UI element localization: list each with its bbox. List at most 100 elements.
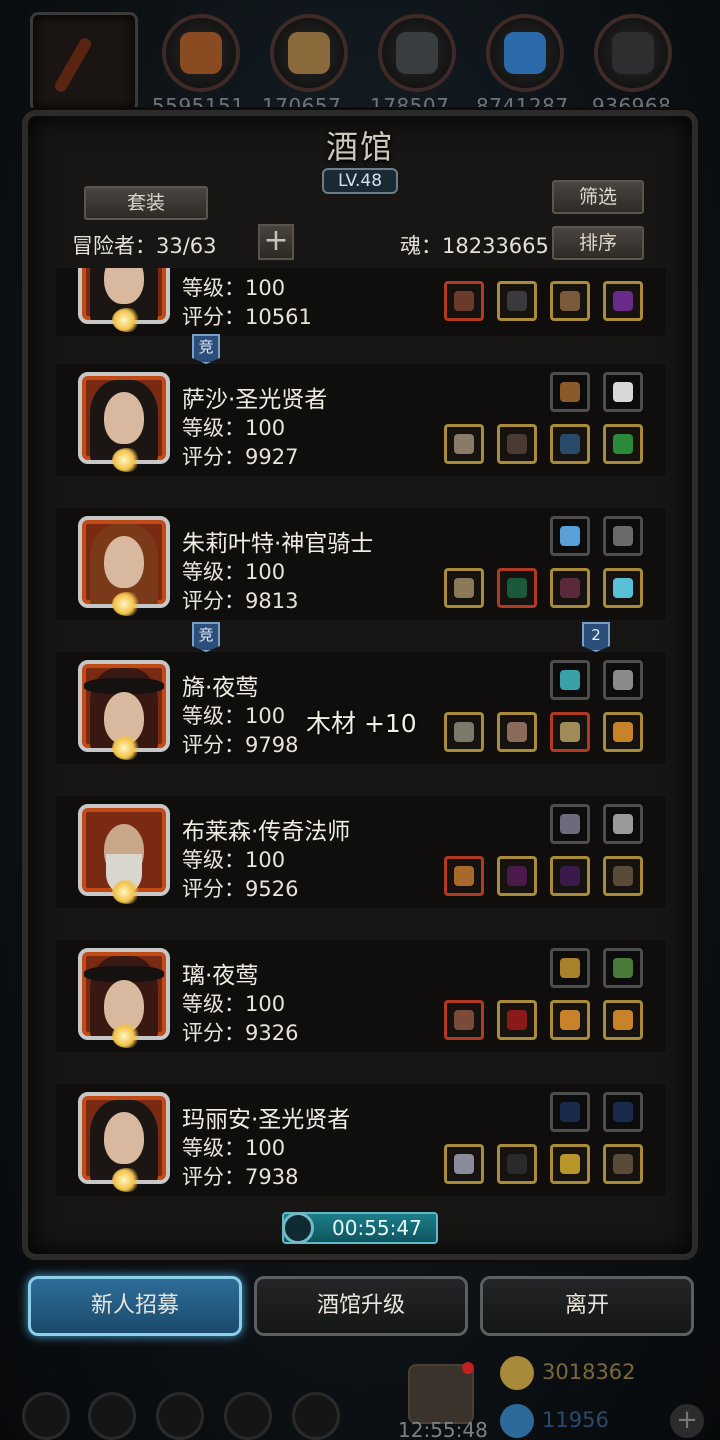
feather-icon[interactable]: [603, 372, 643, 412]
ring-icon[interactable]: [603, 1000, 643, 1040]
hero-name: 璃·夜莺: [182, 963, 259, 989]
orb-icon[interactable]: [603, 281, 643, 321]
sword-icon[interactable]: [550, 424, 590, 464]
mace-icon[interactable]: [444, 568, 484, 608]
axe-icon[interactable]: [444, 1144, 484, 1184]
moon-icon: [112, 592, 142, 616]
hero-card[interactable]: 布莱森·传奇法师 等级：100 评分：9526: [56, 796, 666, 908]
wood-gain-text: 木材 +10: [306, 709, 417, 738]
hero-level: 等级：100: [182, 704, 286, 728]
frost-orb-icon[interactable]: [603, 568, 643, 608]
gold-icon: [500, 1356, 534, 1390]
ring-icon[interactable]: [603, 712, 643, 752]
mail-icon[interactable]: [224, 1392, 272, 1440]
add-currency-button[interactable]: +: [670, 1404, 704, 1438]
stone-icon[interactable]: [378, 14, 456, 92]
hero-level: 等级：100: [182, 560, 286, 584]
sigil-icon[interactable]: [550, 804, 590, 844]
staff-icon[interactable]: [444, 281, 484, 321]
armor-icon[interactable]: [497, 281, 537, 321]
wand-icon[interactable]: [603, 1092, 643, 1132]
blade-icon[interactable]: [444, 712, 484, 752]
suit-button[interactable]: 套装: [84, 186, 208, 220]
hero-score: 评分：10561: [182, 305, 312, 329]
lance-icon[interactable]: [444, 1000, 484, 1040]
moon-icon: [112, 1024, 142, 1048]
menu-icon[interactable]: [22, 1392, 70, 1440]
ring-icon[interactable]: [550, 1000, 590, 1040]
bow-icon[interactable]: [603, 856, 643, 896]
bow-icon[interactable]: [603, 1144, 643, 1184]
robe-icon[interactable]: [497, 856, 537, 896]
lamp-icon[interactable]: [603, 948, 643, 988]
hero-score: 评分：9813: [182, 589, 299, 613]
meat-icon[interactable]: [162, 14, 240, 92]
hero-card[interactable]: 等级：100 评分：10561: [56, 268, 666, 336]
hero-name: 朱莉叶特·神官骑士: [182, 531, 374, 557]
lantern-icon[interactable]: [550, 372, 590, 412]
tavern-level-badge: LV.48: [322, 168, 398, 194]
leave-button[interactable]: 离开: [480, 1276, 694, 1336]
wood-icon[interactable]: [270, 14, 348, 92]
hero-card[interactable]: 璃·夜莺 等级：100 评分：9326: [56, 940, 666, 1052]
leaf-icon[interactable]: [603, 424, 643, 464]
hero-level: 等级：100: [182, 416, 286, 440]
amulet-icon[interactable]: [550, 1144, 590, 1184]
settings-icon[interactable]: [292, 1392, 340, 1440]
hero-name: 旖·夜莺: [182, 675, 259, 701]
count-tag: 2: [582, 622, 610, 652]
upgrade-tavern-button[interactable]: 酒馆升级: [254, 1276, 468, 1336]
hero-list[interactable]: 等级：100 评分：10561 竞 萨沙·圣光贤者 等级：100 评分：9927…: [56, 268, 686, 1196]
compete-tag: 竞: [192, 622, 220, 652]
panel-title: 酒馆: [325, 128, 394, 166]
hero-name: 萨沙·圣光贤者: [182, 387, 328, 413]
knife-icon[interactable]: [603, 804, 643, 844]
moon-icon: [112, 736, 142, 760]
gauntlet-icon[interactable]: [550, 568, 590, 608]
spear-icon[interactable]: [444, 856, 484, 896]
gem-icon[interactable]: [550, 660, 590, 700]
crystal-boot-icon[interactable]: [550, 516, 590, 556]
dagger-icon[interactable]: [603, 660, 643, 700]
mask-icon[interactable]: [603, 516, 643, 556]
helmet-icon[interactable]: [497, 1144, 537, 1184]
sort-button[interactable]: 排序: [552, 226, 644, 260]
hero-card[interactable]: 朱莉叶特·神官骑士 等级：100 评分：9813: [56, 508, 666, 620]
hero-score: 评分：9927: [182, 445, 299, 469]
hero-score: 评分：7938: [182, 1165, 299, 1189]
hero-level: 等级：100: [182, 276, 286, 300]
scroll-icon[interactable]: [550, 281, 590, 321]
add-slot-button[interactable]: +: [258, 224, 294, 260]
amulet-icon[interactable]: [550, 712, 590, 752]
compete-tag: 竞: [192, 334, 220, 364]
player-avatar[interactable]: [30, 12, 138, 112]
recruit-button[interactable]: 新人招募: [28, 1276, 242, 1336]
hero-menu-icon[interactable]: [88, 1392, 136, 1440]
gold-amount: 3018362: [542, 1360, 636, 1384]
moon-icon: [112, 880, 142, 904]
red-hood-icon[interactable]: [497, 1000, 537, 1040]
rune-armor-icon[interactable]: [497, 568, 537, 608]
gem-icon: [500, 1404, 534, 1438]
hero-score: 评分：9326: [182, 1021, 299, 1045]
hero-card[interactable]: 萨沙·圣光贤者 等级：100 评分：9927: [56, 364, 666, 476]
filter-button[interactable]: 筛选: [552, 180, 644, 214]
hud-time: 12:55:48: [398, 1418, 488, 1440]
crystal-icon[interactable]: [486, 14, 564, 92]
iron-icon[interactable]: [594, 14, 672, 92]
bag-icon[interactable]: [156, 1392, 204, 1440]
moon-icon: [112, 308, 142, 332]
armor-icon[interactable]: [497, 424, 537, 464]
moon-icon: [112, 448, 142, 472]
gem-amount: 11956: [542, 1408, 609, 1432]
adventurer-count: 冒险者：33/63: [72, 234, 217, 258]
spark-icon[interactable]: [550, 856, 590, 896]
hero-card[interactable]: 玛丽安·圣光贤者 等级：100 评分：7938: [56, 1084, 666, 1196]
hero-score: 评分：9526: [182, 877, 299, 901]
pauldron-icon[interactable]: [497, 712, 537, 752]
bell-icon[interactable]: [550, 948, 590, 988]
hero-level: 等级：100: [182, 848, 286, 872]
moon-icon: [112, 1168, 142, 1192]
wand-icon[interactable]: [550, 1092, 590, 1132]
hammer-icon[interactable]: [444, 424, 484, 464]
